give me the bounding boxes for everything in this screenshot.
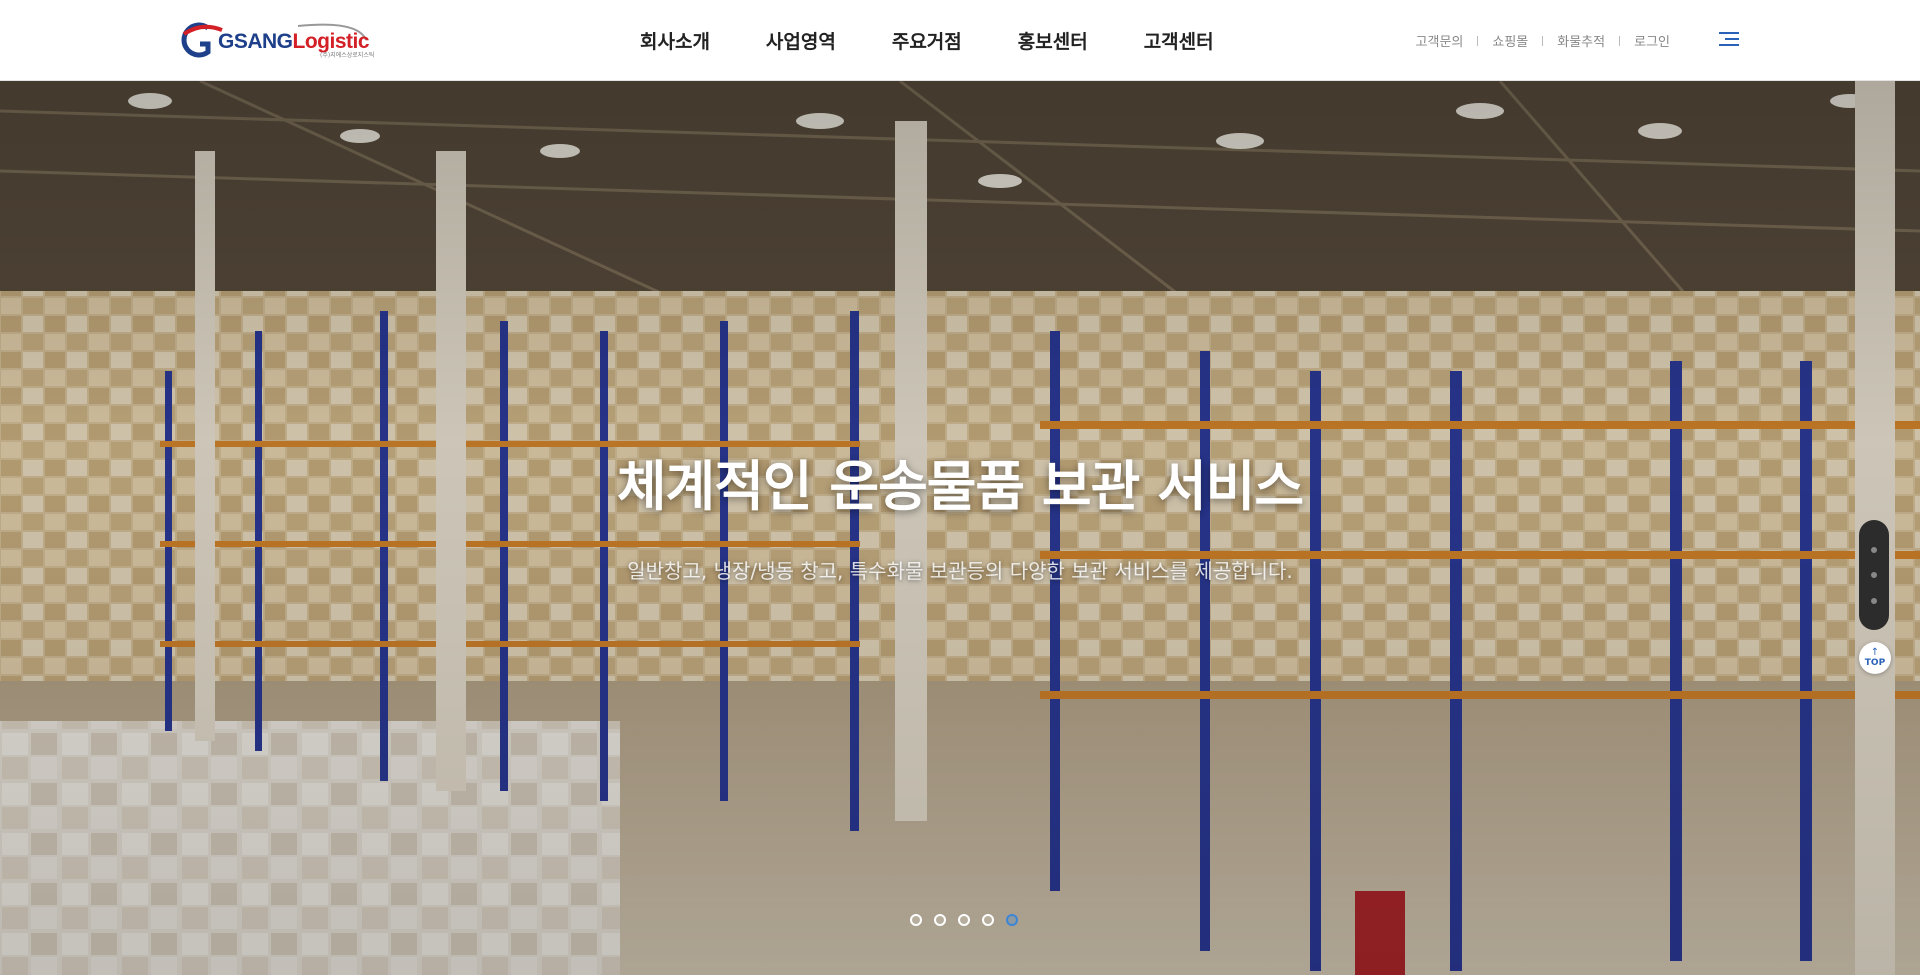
hero-overlay: [0, 81, 1920, 975]
logo-text-gsang: GSANG: [218, 30, 293, 53]
util-tracking-link[interactable]: 화물추적: [1557, 31, 1605, 50]
nav-business[interactable]: 사업영역: [766, 27, 836, 54]
main-nav: 회사소개 사업영역 주요거점 홍보센터 고객센터: [640, 0, 1270, 81]
site-header: GSANGLogistic (주)지에스상로지스틱 회사소개 사업영역 주요거점…: [0, 0, 1920, 81]
nav-customer-center[interactable]: 고객센터: [1144, 27, 1214, 54]
util-divider: [1477, 35, 1479, 46]
slide-dot-5-active[interactable]: [1006, 914, 1018, 926]
arrow-up-icon: ↑: [1870, 647, 1880, 658]
scroll-top-label: TOP: [1864, 658, 1886, 668]
menu-line: [1719, 32, 1739, 34]
hamburger-menu-icon[interactable]: [1719, 30, 1739, 48]
slide-dot-2[interactable]: [934, 914, 946, 926]
scroll-top-button[interactable]: ↑ TOP: [1859, 642, 1891, 674]
util-login-link[interactable]: 로그인: [1634, 31, 1670, 50]
util-shop-link[interactable]: 쇼핑몰: [1492, 31, 1528, 50]
nav-locations[interactable]: 주요거점: [892, 27, 962, 54]
util-inquiry-link[interactable]: 고객문의: [1416, 31, 1464, 50]
utility-nav: 고객문의 쇼핑몰 화물추적 로그인: [1416, 0, 1670, 81]
util-divider: [1542, 35, 1544, 46]
hero-slider: 체계적인 운송물품 보관 서비스 일반창고, 냉장/냉동 창고, 특수화물 보관…: [0, 81, 1920, 975]
nav-company[interactable]: 회사소개: [640, 27, 710, 54]
nav-pr-center[interactable]: 홍보센터: [1018, 27, 1088, 54]
slider-pagination: [910, 914, 1030, 926]
hero-subtitle: 일반창고, 냉장/냉동 창고, 특수화물 보관등의 다양한 보관 서비스를 제공…: [627, 559, 1293, 583]
logo[interactable]: GSANGLogistic (주)지에스상로지스틱: [178, 20, 374, 60]
section-nav-dot-2[interactable]: [1871, 572, 1877, 578]
menu-line: [1725, 38, 1739, 40]
slide-dot-1[interactable]: [910, 914, 922, 926]
section-nav-dot-1[interactable]: [1871, 547, 1877, 553]
section-nav-dot-3[interactable]: [1871, 598, 1877, 604]
logo-subtext: (주)지에스상로지스틱: [320, 52, 375, 59]
section-nav: [1859, 520, 1889, 630]
menu-line: [1719, 44, 1739, 46]
slide-dot-3[interactable]: [958, 914, 970, 926]
util-divider: [1619, 35, 1621, 46]
hero-title: 체계적인 운송물품 보관 서비스: [616, 455, 1304, 518]
slide-dot-4[interactable]: [982, 914, 994, 926]
